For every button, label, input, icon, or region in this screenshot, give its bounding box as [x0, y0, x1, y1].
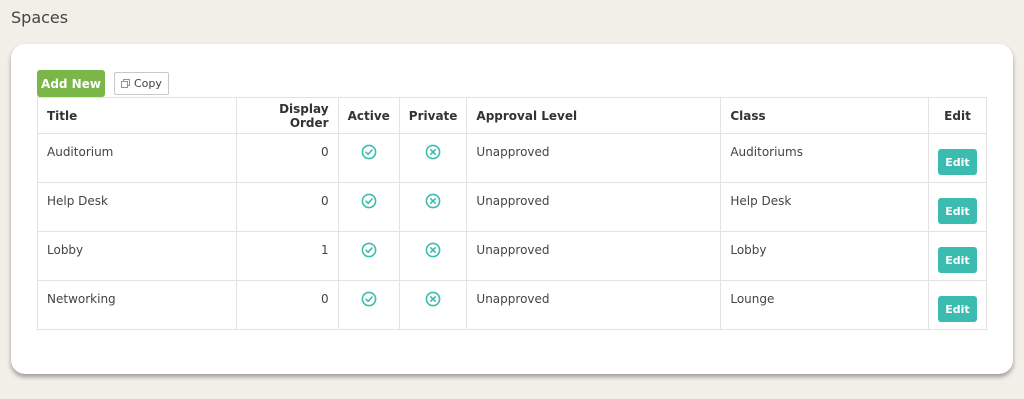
edit-button[interactable]: Edit	[937, 198, 977, 224]
copy-button[interactable]: Copy	[114, 72, 169, 95]
x-circle-icon	[425, 193, 441, 209]
spaces-table: Title Display Order Active Private Appro…	[37, 97, 988, 330]
cell-private	[398, 280, 468, 330]
header-title[interactable]: Title	[37, 97, 237, 134]
cell-display-order: 0	[235, 133, 339, 183]
cell-class: Auditoriums	[720, 133, 929, 183]
cell-display-order: 0	[235, 280, 339, 330]
x-circle-icon	[425, 242, 441, 258]
cell-title: Networking	[37, 280, 237, 330]
cell-title: Lobby	[37, 231, 237, 281]
header-active[interactable]: Active	[337, 97, 400, 134]
add-new-button[interactable]: Add New	[37, 70, 105, 97]
header-edit: Edit	[927, 97, 988, 134]
table-row: Lobby 1 Unapproved Lobby Edit	[37, 231, 988, 281]
page-title: Spaces	[11, 8, 69, 27]
header-private[interactable]: Private	[398, 97, 468, 134]
cell-title: Auditorium	[37, 133, 237, 183]
copy-icon	[121, 79, 130, 88]
header-display-order[interactable]: Display Order	[235, 97, 339, 134]
cell-class: Lobby	[720, 231, 929, 281]
edit-button[interactable]: Edit	[937, 296, 977, 322]
cell-approval-level: Unapproved	[466, 182, 722, 232]
cell-private	[398, 231, 468, 281]
cell-approval-level: Unapproved	[466, 231, 722, 281]
cell-title: Help Desk	[37, 182, 237, 232]
copy-button-label: Copy	[134, 77, 162, 90]
cell-edit: Edit	[927, 182, 988, 232]
cell-edit: Edit	[927, 231, 988, 281]
cell-approval-level: Unapproved	[466, 280, 722, 330]
check-circle-icon	[361, 144, 377, 160]
table-row: Auditorium 0 Unapproved Auditoriums Edit	[37, 133, 988, 183]
table-header-row: Title Display Order Active Private Appro…	[37, 97, 988, 134]
edit-button[interactable]: Edit	[937, 247, 977, 273]
cell-active	[337, 182, 400, 232]
cell-edit: Edit	[927, 280, 988, 330]
cell-active	[337, 133, 400, 183]
check-circle-icon	[361, 193, 377, 209]
header-class[interactable]: Class	[720, 97, 929, 134]
cell-active	[337, 231, 400, 281]
x-circle-icon	[425, 144, 441, 160]
header-approval-level[interactable]: Approval Level	[466, 97, 722, 134]
cell-active	[337, 280, 400, 330]
table-row: Networking 0 Unapproved Lounge Edit	[37, 280, 988, 330]
spaces-card: Add New Copy Title Display Order Active …	[11, 44, 1013, 374]
check-circle-icon	[361, 242, 377, 258]
edit-button[interactable]: Edit	[937, 149, 977, 175]
table-row: Help Desk 0 Unapproved Help Desk Edit	[37, 182, 988, 232]
cell-display-order: 1	[235, 231, 339, 281]
cell-class: Lounge	[720, 280, 929, 330]
cell-approval-level: Unapproved	[466, 133, 722, 183]
toolbar: Add New Copy	[37, 70, 169, 97]
cell-private	[398, 133, 468, 183]
x-circle-icon	[425, 291, 441, 307]
cell-display-order: 0	[235, 182, 339, 232]
cell-private	[398, 182, 468, 232]
cell-edit: Edit	[927, 133, 988, 183]
check-circle-icon	[361, 291, 377, 307]
cell-class: Help Desk	[720, 182, 929, 232]
